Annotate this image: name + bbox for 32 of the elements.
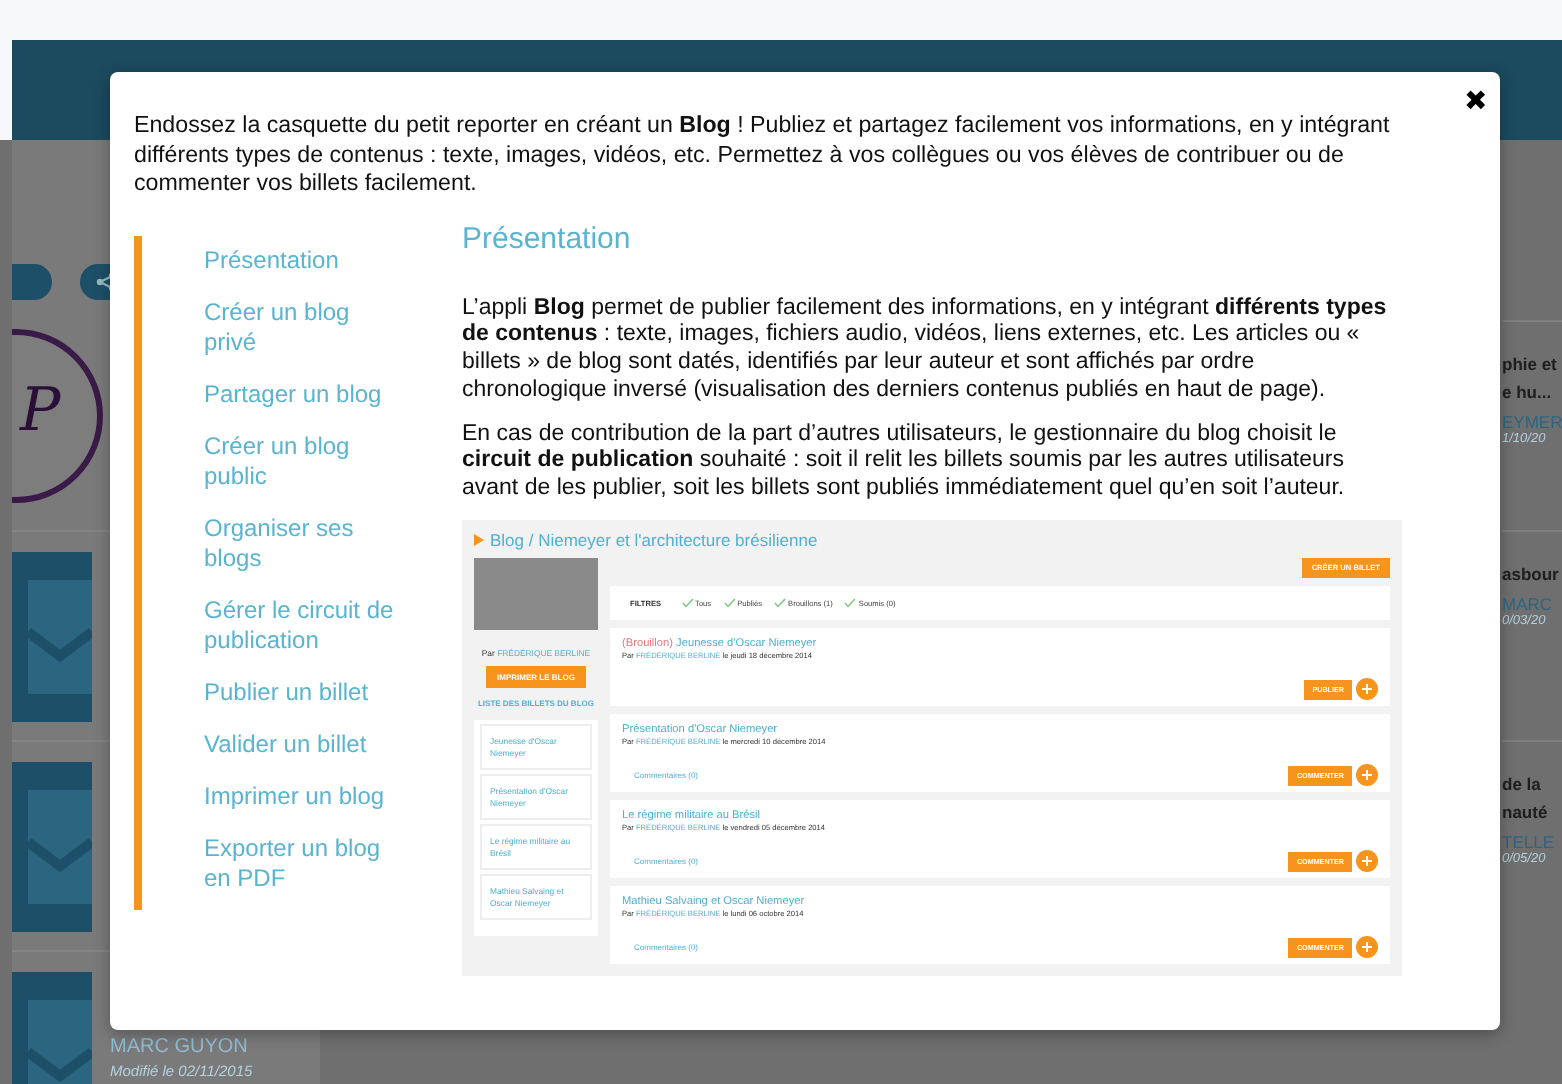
nav-link[interactable]: Organiser ses blogs — [204, 513, 404, 573]
item-title: nauté — [1502, 800, 1550, 826]
nav-link[interactable]: Présentation — [204, 245, 404, 275]
nav-link[interactable]: Créer un blog privé — [204, 297, 404, 357]
blog-title: Blog / Niemeyer et l'architecture brésilienne — [490, 530, 818, 551]
item-title: de la — [1502, 772, 1543, 798]
nav-link[interactable]: Imprimer un blog — [204, 781, 404, 811]
photo-placeholder — [474, 558, 598, 631]
section-heading: Présentation — [462, 221, 633, 257]
body-paragraph: L’appli Blog permet de publier facilement des informations, en y intégrant différents types de contenus : texte, images, fichiers audio, vidéos, liens externes, etc. Les articles ou « billets » de blog sont datés, identifiés par leur auteur et sont affichés par ordre chronologique inversé (visualisation des derniers contenus publiés en haut de page). — [462, 295, 1389, 406]
plus-circle-icon — [1356, 764, 1378, 787]
item-title: asbour — [1502, 562, 1561, 588]
plus-circle-icon — [1356, 850, 1378, 873]
logo-letter: P — [20, 376, 61, 446]
author-name: MARC — [1502, 594, 1555, 614]
author-name: MARC GUYON — [110, 1036, 250, 1058]
nav-link[interactable]: Créer un blog public — [204, 431, 404, 491]
body-paragraph: En cas de contribution de la part d’autres utilisateurs, le gestionnaire du blog choisit le circuit de publication souhaité : soit il relit les billets soumis par les autres utilisateurs avant de les publier, soit les billets sont publiés immédiatement quel qu’en soit l’auteur. — [462, 421, 1347, 505]
item-title: e hu... — [1502, 380, 1554, 406]
plus-circle-icon — [1356, 936, 1378, 959]
nav-link[interactable]: Partager un blog — [204, 379, 404, 409]
close-button[interactable]: ✖ — [1464, 84, 1488, 116]
plus-circle-icon — [1356, 678, 1378, 701]
intro-text: Endossez la casquette du petit reporter en créant un Blog ! Publiez et partagez facilement vos informations, en y intégrant différents types de contenus : texte, images, vidéos, etc. Permettez à vos collègues ou vos élèves de contribuer ou de commenter vos billets facilement. — [134, 112, 1392, 199]
author-name: TELLE — [1502, 832, 1556, 852]
nav-link[interactable]: Publier un billet — [204, 677, 404, 707]
triangle-icon — [474, 534, 484, 547]
author-name: EYMER — [1502, 412, 1562, 432]
nav-link[interactable]: Exporter un blog en PDF — [204, 833, 404, 893]
nav-link[interactable]: Valider un billet — [204, 729, 404, 759]
item-title: phie et — [1502, 352, 1559, 378]
nav-link[interactable]: Gérer le circuit de publication — [204, 595, 404, 655]
